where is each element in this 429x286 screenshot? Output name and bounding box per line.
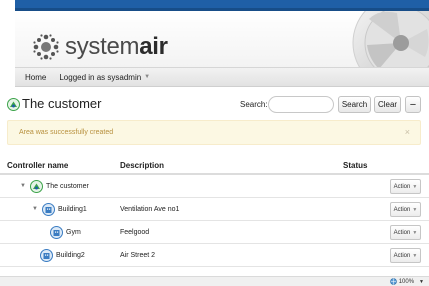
chevron-down-icon: ▼	[412, 206, 418, 213]
fan-illustration	[352, 11, 429, 67]
customer-icon	[7, 98, 20, 111]
zoom-control[interactable]: 100% ▼	[389, 278, 424, 285]
column-header-status[interactable]: Status	[343, 161, 367, 170]
chevron-down-icon: ▼	[412, 229, 418, 236]
top-brand-band	[15, 0, 429, 11]
table-row[interactable]: ▼ The customer Action ▼	[0, 175, 429, 198]
site-header: systemair	[15, 11, 429, 67]
action-button[interactable]: Action ▼	[390, 179, 421, 194]
globe-icon	[389, 278, 397, 285]
user-menu-label: Logged in as sysadmin	[59, 72, 142, 82]
table-row[interactable]: Gym Feelgood Action ▼	[0, 221, 429, 244]
chevron-down-icon: ▼	[412, 183, 418, 190]
building-icon	[50, 226, 63, 239]
search-button[interactable]: Search	[338, 96, 371, 113]
chevron-down-icon: ▼	[412, 252, 418, 259]
logo-wordmark: systemair	[65, 33, 168, 60]
action-button[interactable]: Action ▼	[390, 248, 421, 263]
table-row[interactable]: Building2 Air Street 2 Action ▼	[0, 244, 429, 267]
browser-status-bar: 100% ▼	[0, 276, 429, 286]
page-title: The customer	[22, 96, 102, 111]
table-row[interactable]: ▼ Building1 Ventilation Ave no1 Action ▼	[0, 198, 429, 221]
tree-expand-icon[interactable]: ▼	[20, 183, 26, 189]
zoom-level: 100%	[398, 278, 415, 285]
column-header-description[interactable]: Description	[120, 161, 164, 170]
action-button[interactable]: Action ▼	[390, 225, 421, 240]
building-icon	[42, 203, 55, 216]
alert-message: Area was successfully created	[19, 129, 114, 136]
row-description: Air Street 2	[120, 252, 156, 259]
table-header: Controller name Description Status	[0, 157, 429, 175]
row-name[interactable]: The customer	[46, 183, 89, 190]
nav-home-link[interactable]: Home	[25, 73, 46, 82]
action-button[interactable]: Action ▼	[390, 202, 421, 217]
clear-button[interactable]: Clear	[374, 96, 401, 113]
column-header-name[interactable]: Controller name	[7, 161, 68, 170]
search-label: Search:	[240, 100, 268, 109]
search-input[interactable]	[268, 96, 334, 113]
controller-table: Controller name Description Status ▼ The…	[0, 157, 429, 267]
row-name[interactable]: Gym	[66, 229, 81, 236]
row-description: Ventilation Ave no1	[120, 206, 180, 213]
collapse-button[interactable]: −	[405, 96, 421, 113]
logo-mark-icon	[33, 34, 59, 60]
chevron-down-icon: ▼	[144, 74, 151, 80]
tree-expand-icon[interactable]: ▼	[32, 206, 38, 212]
building-icon	[40, 249, 53, 262]
top-navbar: Home Logged in as sysadmin ▼	[15, 67, 429, 87]
row-name[interactable]: Building2	[56, 252, 85, 259]
user-menu[interactable]: Logged in as sysadmin ▼	[59, 73, 150, 82]
row-name[interactable]: Building1	[58, 206, 87, 213]
success-alert: Area was successfully created ×	[7, 120, 421, 145]
chevron-down-icon: ▼	[419, 278, 424, 285]
systemair-logo[interactable]: systemair	[32, 33, 168, 61]
customer-icon	[30, 180, 43, 193]
close-icon[interactable]: ×	[405, 127, 410, 137]
row-description: Feelgood	[120, 229, 150, 236]
page-header: The customer Search: Search Clear −	[0, 95, 429, 115]
